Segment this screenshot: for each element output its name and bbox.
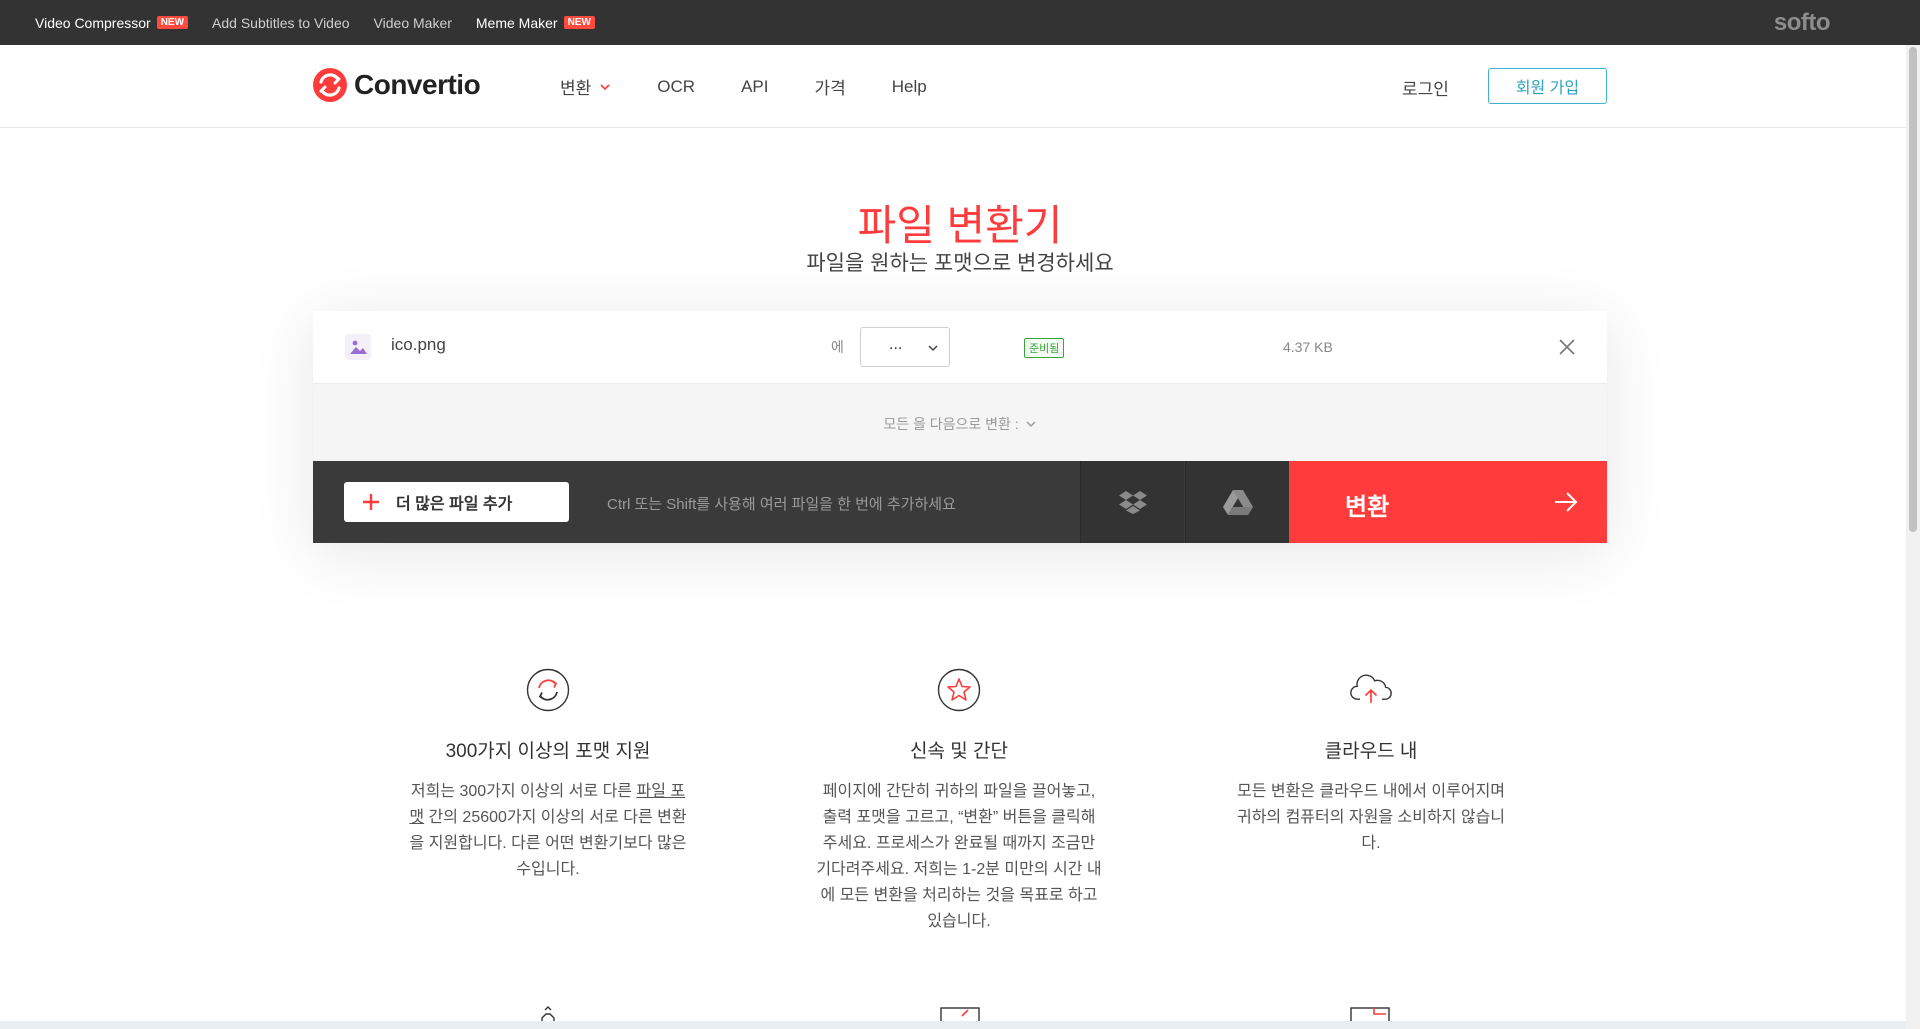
top-link-label: Add Subtitles to Video bbox=[212, 14, 350, 31]
feature-title: 클라우드 내 bbox=[1324, 741, 1418, 762]
new-badge: NEW bbox=[563, 16, 595, 29]
close-icon[interactable] bbox=[1553, 333, 1581, 361]
nav-item-label: 변환 bbox=[560, 79, 592, 98]
site-header: Convertio 변환 OCR API 가격 Help 로그인 회원 가입 bbox=[0, 45, 1906, 128]
convertio-logo-icon bbox=[313, 68, 347, 102]
top-link-meme-maker[interactable]: Meme Maker NEW bbox=[476, 15, 595, 31]
feature-description: 저희는 300가지 이상의 서로 다른 파일 포맷 간의 25600가지 이상의… bbox=[403, 779, 693, 883]
cloud-upload-icon bbox=[1350, 674, 1392, 703]
status-badge: 준비됨 bbox=[1024, 338, 1065, 358]
page-subtitle: 파일을 원하는 포맷으로 변경하세요 bbox=[806, 252, 1114, 275]
top-bar: Video Compressor NEW Add Subtitles to Vi… bbox=[0, 0, 1920, 45]
feature-fast-easy: 신속 및 간단 페이지에 간단히 귀하의 파일을 끌어놓고, 출력 포맷을 고르… bbox=[814, 668, 1104, 935]
nav-item-api[interactable]: API bbox=[741, 77, 768, 97]
new-badge: NEW bbox=[156, 16, 189, 29]
chevron-down-icon bbox=[1026, 421, 1036, 427]
add-more-files-button[interactable]: 더 많은 파일 추가 bbox=[344, 482, 569, 522]
feature-description: 페이지에 간단히 귀하의 파일을 끌어놓고, 출력 포맷을 고르고, “변환” … bbox=[816, 783, 1102, 930]
chevron-down-icon bbox=[928, 345, 938, 352]
top-link-video-compressor[interactable]: Video Compressor NEW bbox=[35, 14, 189, 31]
nav-item-label: Help bbox=[891, 76, 927, 96]
file-name: ico.png bbox=[391, 335, 446, 354]
refresh-circle-icon bbox=[526, 668, 570, 712]
feature-description-text: 간의 25600가지 이상의 서로 다른 변환을 지원합니다. 다른 어떤 변환… bbox=[409, 809, 687, 878]
plus-icon bbox=[363, 494, 379, 510]
top-bar-links: Video Compressor NEW Add Subtitles to Vi… bbox=[35, 0, 595, 45]
nav-item-pricing[interactable]: 가격 bbox=[814, 74, 845, 99]
logo-text: Convertio bbox=[354, 69, 481, 100]
main-nav: 변환 OCR API 가격 Help bbox=[560, 45, 927, 128]
dropbox-button[interactable] bbox=[1080, 461, 1184, 543]
chevron-down-icon bbox=[600, 83, 610, 90]
action-bar: 더 많은 파일 추가 Ctrl 또는 Shift를 사용해 여러 파일을 한 번… bbox=[313, 461, 1607, 543]
convert-button-label: 변환 bbox=[1345, 494, 1390, 521]
feature-title: 신속 및 간단 bbox=[910, 741, 1008, 762]
file-size: 4.37 KB bbox=[1283, 339, 1333, 355]
top-link-label: Video Maker bbox=[373, 14, 452, 31]
star-circle-icon bbox=[937, 668, 981, 712]
nav-item-label: OCR bbox=[657, 76, 696, 96]
to-label: 에 bbox=[831, 339, 844, 355]
top-link-label: Meme Maker bbox=[475, 14, 558, 31]
google-drive-icon bbox=[1222, 490, 1253, 515]
signup-button[interactable]: 회원 가입 bbox=[1488, 68, 1607, 104]
feature-title: 300가지 이상의 포맷 지원 bbox=[445, 741, 651, 762]
multi-select-hint: Ctrl 또는 Shift를 사용해 여러 파일을 한 번에 추가하세요 bbox=[607, 496, 956, 513]
bottom-strip bbox=[0, 1021, 1906, 1029]
nav-item-help[interactable]: Help bbox=[892, 77, 927, 97]
google-drive-button[interactable] bbox=[1185, 461, 1289, 543]
arrow-right-icon bbox=[1555, 492, 1578, 512]
convert-all-dropdown[interactable]: 모든 을 다음으로 변환 : bbox=[313, 414, 1607, 434]
convertio-logo[interactable]: Convertio bbox=[312, 67, 481, 103]
softo-brand-link[interactable]: softo bbox=[1774, 9, 1831, 37]
convert-all-row: 모든 을 다음으로 변환 : bbox=[313, 384, 1607, 461]
top-link-add-subtitles[interactable]: Add Subtitles to Video bbox=[212, 15, 350, 31]
output-format-select[interactable]: ... bbox=[860, 327, 950, 367]
login-link[interactable]: 로그인 bbox=[1402, 75, 1449, 100]
feature-description-text: 저희는 300가지 이상의 서로 다른 bbox=[410, 783, 637, 800]
image-file-icon bbox=[345, 334, 371, 360]
converter-panel: ico.png 에 ... 준비됨 4.37 KB 모든 을 다음으로 변환 :… bbox=[313, 311, 1607, 543]
scrollbar-thumb[interactable] bbox=[1909, 47, 1917, 532]
feature-cloud: 클라우드 내 모든 변환은 클라우드 내에서 이루어지며 귀하의 컴퓨터의 자원… bbox=[1226, 668, 1516, 857]
file-row: ico.png 에 ... 준비됨 4.37 KB bbox=[313, 311, 1607, 384]
add-more-files-label: 더 많은 파일 추가 bbox=[396, 496, 513, 513]
dropbox-icon bbox=[1118, 491, 1147, 514]
nav-item-ocr[interactable]: OCR bbox=[657, 77, 695, 97]
page-scrollbar[interactable] bbox=[1906, 45, 1920, 1029]
convert-all-label: 모든 을 다음으로 변환 : bbox=[883, 416, 1019, 432]
feature-formats: 300가지 이상의 포맷 지원 저희는 300가지 이상의 서로 다른 파일 포… bbox=[403, 668, 693, 883]
top-link-video-maker[interactable]: Video Maker bbox=[374, 15, 452, 31]
page-title: 파일 변환기 bbox=[857, 202, 1063, 249]
nav-item-label: API bbox=[741, 76, 769, 96]
nav-item-convert[interactable]: 변환 bbox=[560, 74, 611, 99]
nav-item-label: 가격 bbox=[814, 79, 846, 98]
convert-button[interactable]: 변환 bbox=[1289, 461, 1607, 543]
output-format-value: ... bbox=[889, 336, 903, 353]
top-link-label: Video Compressor bbox=[35, 14, 151, 31]
feature-description: 모든 변환은 클라우드 내에서 이루어지며 귀하의 컴퓨터의 자원을 소비하지 … bbox=[1236, 783, 1506, 852]
